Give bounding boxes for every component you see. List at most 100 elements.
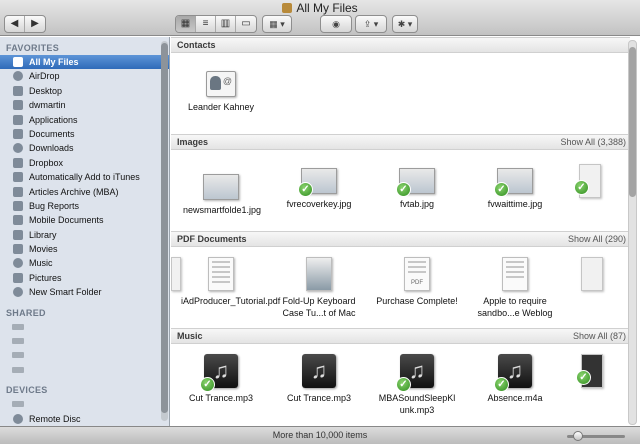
file-label: Fold-Up Keyboard Case Tu...t of Mac (282, 296, 356, 318)
icon-view-button[interactable]: ▦ (176, 16, 196, 32)
column-view-button[interactable]: ▥ (216, 16, 236, 32)
quick-look-button[interactable]: ◉ (320, 15, 352, 33)
music-file-icon: ♫ ✓ (200, 354, 238, 392)
show-all-pdfs-link[interactable]: Show All (290) (568, 234, 626, 244)
sidebar-item-desktop[interactable]: Desktop (0, 84, 169, 98)
sidebar-item-airdrop[interactable]: AirDrop (0, 69, 169, 83)
file-label: fvwaittime.jpg (487, 199, 543, 209)
show-all-images-link[interactable]: Show All (3,388) (560, 137, 626, 147)
arrange-menu-button[interactable]: ▦ ▾ (262, 15, 292, 33)
sidebar-item-downloads[interactable]: Downloads (0, 141, 169, 155)
content-scroll-thumb[interactable] (629, 47, 636, 197)
file-item[interactable]: ♫ ✓ Cut Trance.mp3 (175, 354, 267, 404)
sidebar-item-dwmartin[interactable]: dwmartin (0, 98, 169, 112)
sidebar-item-shared-computer[interactable] (0, 320, 169, 334)
checkmark-badge-icon: ✓ (574, 180, 589, 195)
movies-icon (13, 244, 23, 255)
sidebar-item-movies[interactable]: Movies (0, 242, 169, 256)
music-file-icon: ♫ (302, 354, 336, 388)
file-item[interactable]: newsmartfolde1.jpg (175, 174, 267, 216)
show-all-music-link[interactable]: Show All (87) (573, 331, 626, 341)
file-item[interactable]: Apple to require sandbo...e Weblog (469, 257, 561, 319)
contact-card-icon: @ (206, 71, 236, 97)
sidebar-item-music[interactable]: Music (0, 256, 169, 270)
forward-button[interactable]: ▶ (25, 16, 45, 32)
sidebar-item-bug-reports[interactable]: Bug Reports (0, 199, 169, 213)
image-thumbnail-icon: ✓ (494, 168, 533, 197)
folder-icon (13, 200, 23, 211)
file-label: Leander Kahney (187, 102, 255, 112)
sidebar-item-label: Bug Reports (29, 200, 80, 211)
sidebar-item-dropbox[interactable]: Dropbox (0, 156, 169, 170)
computer-icon (12, 352, 24, 359)
sidebar-item-shared-computer[interactable] (0, 363, 169, 377)
sidebar-item-label: Library (29, 229, 57, 240)
group-header: Music Show All (87) (171, 328, 630, 344)
window-title: All My Files (0, 1, 640, 15)
sidebar-item-shared-computer[interactable] (0, 348, 169, 362)
action-gear-button[interactable]: ✱ ▾ (392, 15, 418, 33)
file-item[interactable]: ✓ fvrecoverkey.jpg (273, 168, 365, 210)
sidebar-scroll-thumb[interactable] (161, 43, 168, 413)
group-title: Images (177, 137, 209, 147)
file-item[interactable]: ✓ fvtab.jpg (371, 168, 463, 210)
sidebar-item-mobile-documents[interactable]: Mobile Documents (0, 213, 169, 227)
icon-size-slider-knob[interactable] (573, 431, 583, 441)
sidebar-item-new-smart-folder[interactable]: New Smart Folder (0, 285, 169, 299)
share-menu-button[interactable]: ⇪ ▾ (355, 15, 387, 33)
sidebar-item-label: Music (29, 258, 53, 269)
sidebar-item-automatically-add-to-itunes[interactable]: Automatically Add to iTunes (0, 170, 169, 184)
file-item[interactable]: iAdProducer_Tutorial.pdf (175, 257, 281, 307)
cover-flow-button[interactable]: ▭ (236, 16, 256, 32)
sidebar-item-label: Pictures (29, 272, 62, 283)
more-music-stack-icon[interactable]: ✓ (576, 354, 603, 388)
group-header: PDF Documents Show All (290) (171, 231, 630, 247)
file-item[interactable]: ♫ ✓ MBASoundSleepKl unk.mp3 (371, 354, 463, 416)
file-item[interactable]: @ Leander Kahney (175, 71, 267, 113)
computer-icon (12, 323, 24, 330)
checkmark-badge-icon: ✓ (200, 377, 215, 392)
sidebar-item-remote-disc[interactable]: Remote Disc (0, 412, 169, 426)
file-label: fvrecoverkey.jpg (286, 199, 352, 209)
group-music: Music Show All (87) ♫ ✓ Cut Trance.mp3 ♫ C… (171, 328, 630, 426)
back-forward-control[interactable]: ◀ ▶ (4, 15, 46, 33)
more-images-stack-icon[interactable]: ✓ (574, 164, 601, 198)
file-item[interactable]: ♫ ✓ Absence.m4a (469, 354, 561, 404)
checkmark-badge-icon: ✓ (298, 182, 313, 197)
sidebar-item-label: Mobile Documents (29, 215, 104, 226)
file-label: MBASoundSleepKl unk.mp3 (378, 393, 456, 415)
sidebar-item-label: Dropbox (29, 157, 64, 168)
group-title: PDF Documents (177, 234, 247, 244)
list-view-button[interactable]: ≡ (196, 16, 216, 32)
sidebar-scrollbar[interactable] (161, 41, 168, 421)
sidebar-item-applications[interactable]: Applications (0, 113, 169, 127)
group-header: Contacts (171, 37, 630, 53)
sidebar-item-articles-archive[interactable]: Articles Archive (MBA) (0, 185, 169, 199)
folder-title-icon (282, 3, 293, 13)
sidebar-item-shared-computer[interactable] (0, 334, 169, 348)
file-item[interactable]: PDF Purchase Complete! (371, 257, 463, 307)
sidebar-item-label: Applications (29, 114, 78, 125)
sidebar-item-all-my-files[interactable]: All My Files (0, 55, 169, 70)
file-label: iAdProducer_Tutorial.pdf (181, 296, 281, 306)
content-scrollbar[interactable] (628, 40, 637, 425)
image-thumbnail-icon: ✓ (396, 168, 435, 197)
file-label: newsmartfolde1.jpg (183, 205, 262, 215)
folder-icon (13, 186, 23, 197)
sidebar-item-library[interactable]: Library (0, 228, 169, 242)
sidebar-item-hard-drive[interactable] (0, 397, 169, 411)
downloads-icon (13, 143, 23, 154)
sidebar-item-label: All My Files (29, 57, 79, 67)
back-button[interactable]: ◀ (5, 16, 25, 32)
more-pdfs-stack-icon[interactable] (581, 257, 603, 291)
all-files-icon (13, 57, 23, 67)
file-item[interactable]: Fold-Up Keyboard Case Tu...t of Mac (273, 257, 365, 319)
sidebar-item-pictures[interactable]: Pictures (0, 271, 169, 285)
file-item[interactable]: ♫ Cut Trance.mp3 (273, 354, 365, 404)
sidebar-item-label: New Smart Folder (29, 287, 102, 298)
view-mode-control[interactable]: ▦ ≡ ▥ ▭ (175, 15, 257, 33)
sidebar-item-documents[interactable]: Documents (0, 127, 169, 141)
file-label: Absence.m4a (487, 393, 543, 403)
sidebar-item-label: Remote Disc (29, 413, 81, 424)
file-item[interactable]: ✓ fvwaittime.jpg (469, 168, 561, 210)
